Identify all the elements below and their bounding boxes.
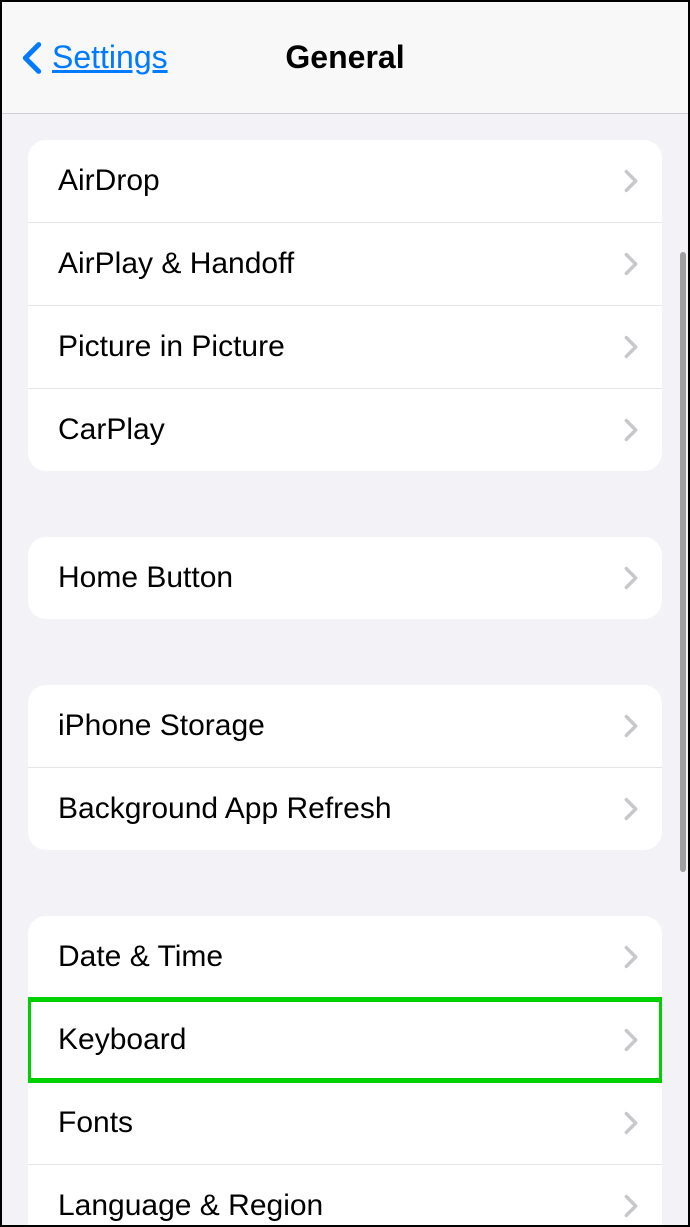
chevron-right-icon — [624, 797, 638, 821]
row-label: AirDrop — [58, 164, 160, 198]
content-scroll[interactable]: AirDrop AirPlay & Handoff Picture in Pic… — [2, 114, 688, 1225]
settings-row-iphone-storage[interactable]: iPhone Storage — [28, 685, 662, 768]
chevron-right-icon — [624, 169, 638, 193]
page-title: General — [285, 39, 404, 76]
settings-group: Home Button — [28, 537, 662, 619]
chevron-right-icon — [624, 418, 638, 442]
settings-group: Date & Time Keyboard Fonts Language & Re… — [28, 916, 662, 1225]
chevron-right-icon — [624, 252, 638, 276]
chevron-right-icon — [624, 1194, 638, 1218]
settings-row-home-button[interactable]: Home Button — [28, 537, 662, 619]
chevron-right-icon — [624, 945, 638, 969]
row-label: Language & Region — [58, 1189, 323, 1223]
settings-row-airdrop[interactable]: AirDrop — [28, 140, 662, 223]
settings-row-keyboard[interactable]: Keyboard — [28, 999, 662, 1082]
row-label: CarPlay — [58, 413, 165, 447]
row-label: Home Button — [58, 561, 233, 595]
chevron-right-icon — [624, 714, 638, 738]
settings-row-language-region[interactable]: Language & Region — [28, 1165, 662, 1225]
row-label: AirPlay & Handoff — [58, 247, 294, 281]
chevron-right-icon — [624, 1028, 638, 1052]
row-label: Picture in Picture — [58, 330, 285, 364]
settings-row-date-time[interactable]: Date & Time — [28, 916, 662, 999]
settings-row-picture-in-picture[interactable]: Picture in Picture — [28, 306, 662, 389]
row-label: Date & Time — [58, 940, 223, 974]
row-label: Fonts — [58, 1106, 133, 1140]
row-label: Background App Refresh — [58, 792, 392, 826]
chevron-right-icon — [624, 1111, 638, 1135]
chevron-right-icon — [624, 566, 638, 590]
back-label: Settings — [52, 39, 168, 76]
settings-group: iPhone Storage Background App Refresh — [28, 685, 662, 850]
settings-row-background-app-refresh[interactable]: Background App Refresh — [28, 768, 662, 850]
settings-row-fonts[interactable]: Fonts — [28, 1082, 662, 1165]
settings-group: AirDrop AirPlay & Handoff Picture in Pic… — [28, 140, 662, 471]
row-label: Keyboard — [58, 1023, 186, 1057]
row-label: iPhone Storage — [58, 709, 265, 743]
settings-row-airplay-handoff[interactable]: AirPlay & Handoff — [28, 223, 662, 306]
scrollbar[interactable] — [680, 252, 686, 872]
settings-row-carplay[interactable]: CarPlay — [28, 389, 662, 471]
chevron-left-icon — [22, 41, 42, 75]
navigation-bar: Settings General — [2, 2, 688, 114]
back-button[interactable]: Settings — [22, 39, 168, 76]
chevron-right-icon — [624, 335, 638, 359]
